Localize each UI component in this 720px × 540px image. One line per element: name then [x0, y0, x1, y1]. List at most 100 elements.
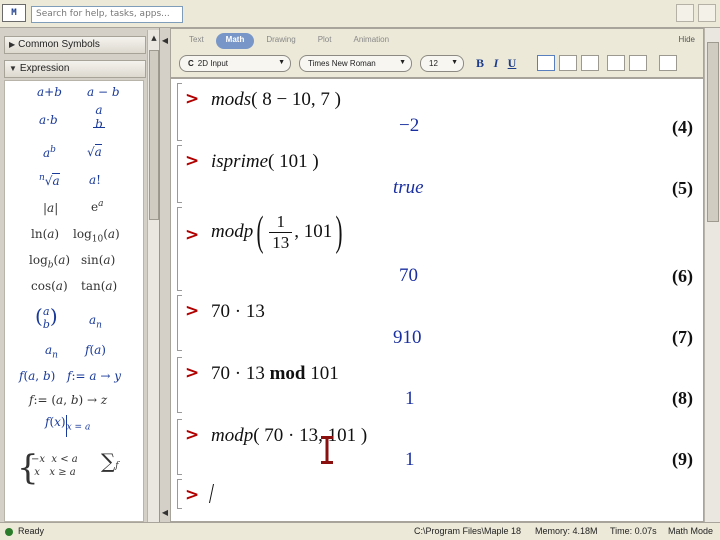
- output-value: true: [393, 177, 424, 198]
- palette-item-sum[interactable]: a+b: [37, 85, 62, 99]
- align-right-icon[interactable]: [581, 55, 599, 71]
- search-input[interactable]: Search for help, tasks, apps...: [31, 6, 183, 23]
- panel-splitter[interactable]: ◀ ◀: [160, 28, 170, 522]
- palette-item-fraction[interactable]: ab: [93, 103, 105, 145]
- palette-item-summation[interactable]: ∑f: [101, 449, 119, 473]
- font-dropdown[interactable]: Times New Roman ▼: [299, 55, 412, 72]
- tab-math[interactable]: Math: [215, 33, 255, 49]
- collapse-down-icon[interactable]: ◀: [161, 508, 169, 517]
- tab-animation[interactable]: Animation: [343, 33, 399, 49]
- worksheet-scroll-thumb[interactable]: [707, 42, 719, 222]
- palette-item-logb[interactable]: logb(a): [29, 253, 70, 270]
- palette-item-difference[interactable]: a − b: [87, 85, 120, 99]
- modulus: 101: [310, 363, 339, 384]
- bold-button[interactable]: B: [473, 54, 487, 72]
- palette-item-ln[interactable]: ln(a): [31, 227, 59, 241]
- input-line[interactable]: mods( 8 − 10, 7 ): [211, 89, 341, 111]
- palette-item-subscript-n[interactable]: an: [45, 343, 58, 360]
- worksheet-scrollbar[interactable]: [704, 28, 720, 522]
- palette-item-arrow-function[interactable]: f:= a → y: [67, 369, 121, 383]
- status-ready: Ready: [18, 526, 45, 536]
- tab-drawing[interactable]: Drawing: [256, 33, 305, 49]
- palette-item-power[interactable]: ab: [43, 145, 56, 160]
- input-line[interactable]: 70 · 13: [211, 301, 265, 323]
- align-center-icon[interactable]: [559, 55, 577, 71]
- palette-item-tan[interactable]: tan(a): [81, 279, 117, 293]
- execution-group-bracket[interactable]: [177, 357, 182, 413]
- palette-item-piecewise[interactable]: { −x x < a x x ≥ a: [17, 451, 78, 485]
- function-name: isprime: [211, 151, 268, 172]
- status-bar: Ready C:\Program Files\Maple 18 Memory: …: [0, 522, 720, 540]
- input-mode-value: 2D Input: [197, 59, 229, 68]
- palette-item-arrow-function-2[interactable]: f:= (a, b) → z: [29, 393, 107, 407]
- tab-text[interactable]: Text: [179, 33, 214, 49]
- hide-toolbar-button[interactable]: Hide: [679, 35, 695, 44]
- scroll-up-icon[interactable]: ▲: [149, 32, 159, 44]
- function-args: ( 70 · 13, 101 ): [253, 425, 368, 446]
- palette-item-cos[interactable]: cos(a): [31, 279, 68, 293]
- palette-item-factorial[interactable]: a!: [89, 173, 101, 187]
- palette-expression[interactable]: ▼ Expression: [4, 60, 146, 78]
- function-name: modp: [211, 221, 254, 242]
- execution-group-bracket[interactable]: [177, 295, 182, 351]
- highlight-color-icon[interactable]: [629, 55, 647, 71]
- palette-common-symbols[interactable]: ▶ Common Symbols: [4, 36, 146, 54]
- palette-scrollbar[interactable]: ▲: [147, 30, 159, 522]
- expression: 70 · 13: [211, 301, 265, 322]
- mod-keyword: mod: [269, 363, 306, 384]
- chevron-down-icon: ▼: [451, 59, 458, 66]
- execution-group-bracket[interactable]: [177, 419, 182, 475]
- palette-label: Expression: [19, 63, 70, 74]
- tab-plot[interactable]: Plot: [308, 33, 342, 49]
- palette-item-product[interactable]: a·b: [39, 113, 58, 127]
- execution-group-bracket[interactable]: [177, 83, 182, 141]
- insert-icon[interactable]: [659, 55, 677, 71]
- align-left-icon[interactable]: [537, 55, 555, 71]
- window-icon[interactable]: [676, 4, 694, 22]
- execution-group-bracket[interactable]: [177, 207, 182, 291]
- output-value: −2: [399, 115, 420, 136]
- text-color-icon[interactable]: [607, 55, 625, 71]
- input-line[interactable]: isprime( 101 ): [211, 151, 319, 173]
- palette-item-sqrt[interactable]: √a: [87, 144, 102, 159]
- palette-item-function[interactable]: f(a): [85, 343, 106, 357]
- palette-item-function-2args[interactable]: f(a, b): [19, 369, 55, 383]
- underline-button[interactable]: U: [505, 54, 519, 72]
- text-caret: [208, 484, 215, 503]
- palette-item-log10[interactable]: log10(a): [73, 227, 120, 244]
- worksheet[interactable]: > mods( 8 − 10, 7 ) −2 (4) > isprime( 10…: [170, 78, 704, 522]
- output-value: 70: [399, 265, 418, 286]
- palette-scroll-thumb[interactable]: [149, 50, 159, 220]
- mode-tabs: Text Math Drawing Plot Animation: [179, 33, 399, 49]
- status-time: Time: 0.07s: [610, 526, 657, 536]
- ready-status-icon: [5, 528, 13, 536]
- function-args: ( 8 − 10, 7 ): [251, 89, 341, 110]
- input-mode-dropdown[interactable]: C 2D Input ▼: [179, 55, 291, 72]
- palette-item-eval-at[interactable]: f(x)x = a: [45, 415, 90, 437]
- font-value: Times New Roman: [308, 59, 376, 68]
- palette-item-abs[interactable]: |a|: [43, 201, 58, 215]
- palette-item-sin[interactable]: sin(a): [81, 253, 115, 267]
- chevron-down-icon: ▼: [278, 59, 285, 66]
- restore-icon[interactable]: [698, 4, 716, 22]
- italic-button[interactable]: I: [489, 54, 503, 72]
- font-size-dropdown[interactable]: 12 ▼: [420, 55, 464, 72]
- palette-item-binomial[interactable]: (a b): [35, 299, 58, 333]
- maple-window: M Search for help, tasks, apps... ▶ Commo…: [0, 0, 720, 540]
- execution-group-bracket[interactable]: [177, 145, 182, 203]
- input-line[interactable]: modp(1 13, 101): [211, 211, 346, 253]
- c-icon: C: [188, 59, 194, 68]
- fraction: 1 13: [269, 212, 293, 253]
- maple-logo-icon[interactable]: M: [2, 4, 26, 22]
- execution-group-bracket[interactable]: [177, 479, 182, 509]
- input-line[interactable]: modp( 70 · 13, 101 ): [211, 425, 367, 447]
- palette-item-nth-root[interactable]: n√a: [39, 173, 60, 188]
- function-name: mods: [211, 89, 252, 110]
- palette-item-exp[interactable]: ea: [91, 199, 103, 214]
- status-path: C:\Program Files\Maple 18: [414, 526, 522, 536]
- ibeam-cursor-icon: [321, 436, 333, 464]
- input-line[interactable]: 70 · 13 mod 101: [211, 363, 339, 385]
- expression-palette-area: a+b a − b a·b ab ab √a n√a a! |a| ea ln(…: [4, 80, 144, 522]
- collapse-left-icon[interactable]: ◀: [161, 36, 169, 45]
- palette-item-subscript[interactable]: an: [89, 313, 102, 330]
